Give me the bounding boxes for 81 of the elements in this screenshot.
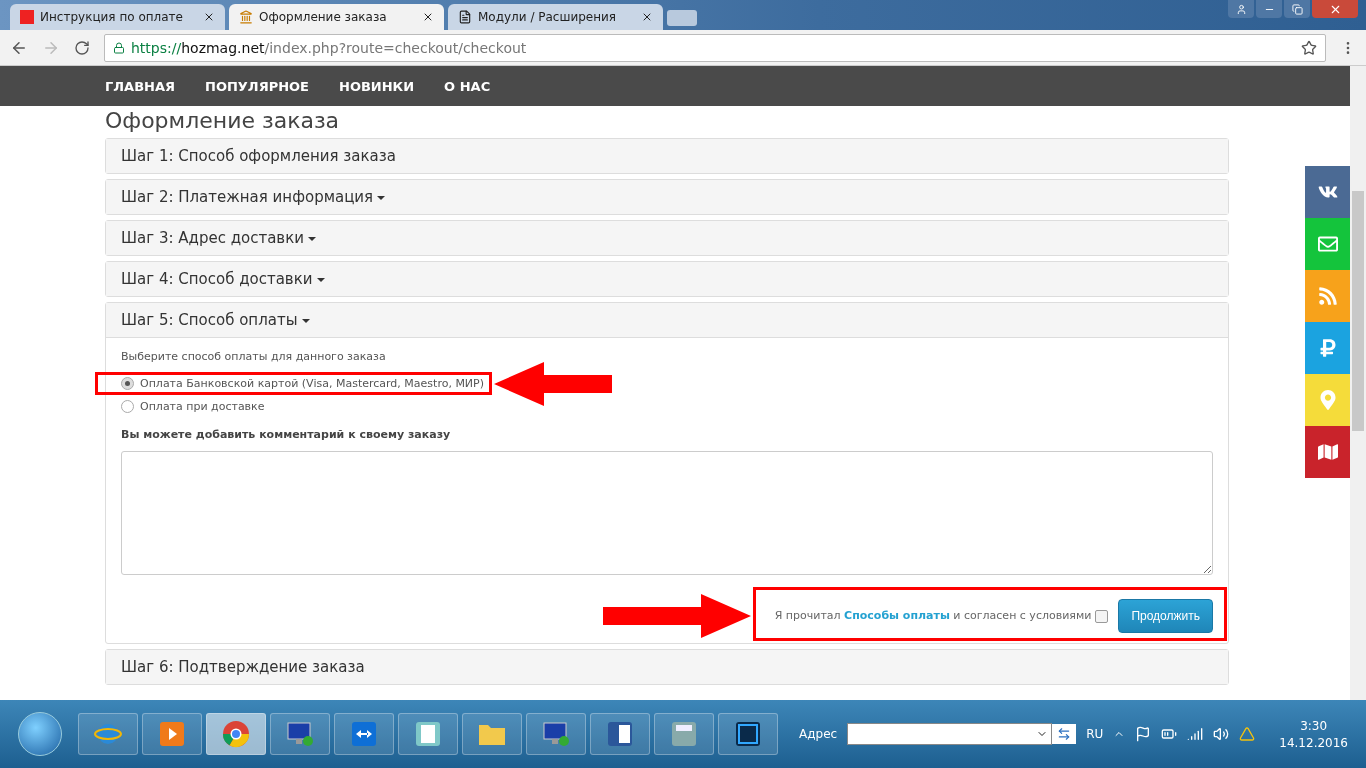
battery-icon[interactable]: [1161, 726, 1178, 742]
payment-option[interactable]: Оплата Банковской картой (Visa, Mastercard, Maestro, МИР): [121, 377, 485, 390]
comment-label: Вы можете добавить комментарий к своему заказу: [121, 428, 452, 441]
social-button[interactable]: [1305, 166, 1350, 218]
clock[interactable]: 3:30 14.12.2016: [1279, 718, 1348, 750]
close-icon[interactable]: [422, 11, 434, 23]
browser-tab[interactable]: Оформление заказа: [229, 4, 444, 30]
nav-link[interactable]: НОВИНКИ: [339, 78, 415, 94]
envelope-icon: [1317, 234, 1338, 254]
taskbar-app[interactable]: [718, 713, 778, 755]
page-heading: Оформление заказа: [105, 108, 341, 133]
comment-field[interactable]: [121, 451, 1213, 575]
map-icon: [1317, 442, 1338, 462]
chrome-icon: [222, 720, 250, 748]
payment-prompt: Выберите способ оплаты для данного заказа: [121, 350, 387, 363]
signal-icon[interactable]: [1187, 726, 1204, 742]
profile-button[interactable]: [1228, 0, 1254, 18]
step-header[interactable]: Шаг 2: Платежная информация: [106, 180, 1228, 214]
social-button[interactable]: [1305, 426, 1350, 478]
step-title[interactable]: Шаг 1: Способ оформления заказа: [121, 147, 396, 165]
triangle-icon[interactable]: [1239, 726, 1256, 742]
restore-icon: [1291, 3, 1303, 15]
rss-icon: [1317, 286, 1338, 306]
taskbar-app[interactable]: [462, 713, 522, 755]
step-header[interactable]: Шаг 4: Способ доставки: [106, 262, 1228, 296]
nav-link[interactable]: ГЛАВНАЯ: [105, 78, 175, 94]
social-button[interactable]: [1305, 218, 1350, 270]
notepad-icon: [415, 721, 441, 747]
close-icon[interactable]: [203, 11, 215, 23]
social-button[interactable]: [1305, 322, 1350, 374]
step-title[interactable]: Шаг 2: Платежная информация: [121, 188, 374, 206]
folder-icon: [478, 722, 506, 746]
app-icon: [735, 721, 761, 747]
person-icon: [1235, 3, 1247, 15]
close-button[interactable]: [1312, 0, 1358, 18]
step-header[interactable]: Шаг 1: Способ оформления заказа: [106, 139, 1228, 173]
agree-checkbox[interactable]: [1095, 609, 1109, 623]
monitor-icon: [542, 721, 570, 747]
address-field[interactable]: [847, 723, 1053, 745]
step-header[interactable]: Шаг 5: Способ оплаты: [106, 303, 1228, 338]
agree-text: Я прочитал Способы оплаты и согласен с условиями: [774, 609, 1109, 623]
step-title[interactable]: Шаг 3: Адрес доставки: [121, 229, 305, 247]
step-title[interactable]: Шаг 6: Подтверждение заказа: [121, 658, 365, 676]
document-icon: [607, 721, 633, 747]
taskbar-app[interactable]: [654, 713, 714, 755]
radio-button[interactable]: [121, 377, 134, 390]
taskbar-app[interactable]: [398, 713, 458, 755]
nav-link[interactable]: ПОПУЛЯРНОЕ: [205, 78, 309, 94]
step-header[interactable]: Шаг 3: Адрес доставки: [106, 221, 1228, 255]
flag-icon[interactable]: [1135, 726, 1152, 742]
taskbar-app[interactable]: [526, 713, 586, 755]
start-button[interactable]: [18, 712, 62, 756]
calculator-icon: [671, 721, 697, 747]
volume-icon[interactable]: [1213, 726, 1230, 742]
scrollbar[interactable]: [1350, 66, 1366, 700]
step-title[interactable]: Шаг 4: Способ доставки: [121, 270, 313, 288]
taskbar-app[interactable]: [206, 713, 266, 755]
step-title[interactable]: Шаг 5: Способ оплаты: [121, 311, 298, 329]
taskbar-app[interactable]: [270, 713, 330, 755]
lock-icon: [113, 41, 125, 54]
play-icon: [159, 721, 185, 747]
browser-tab[interactable]: Инструкция по оплате: [10, 4, 225, 30]
restore-button[interactable]: [1284, 0, 1310, 18]
reload-icon[interactable]: [74, 39, 90, 56]
go-icon[interactable]: [1052, 724, 1077, 744]
address-bar[interactable]: https://hozmag.net/index.php?route=checkout/checkout: [104, 33, 1326, 62]
payment-option[interactable]: Оплата при доставке: [121, 400, 1213, 413]
address-label: Адрес: [799, 727, 838, 741]
nav-link[interactable]: О НАС: [444, 78, 491, 94]
browser-tab[interactable]: Модули / Расширения: [448, 4, 663, 30]
star-icon[interactable]: [1301, 39, 1317, 56]
taskbar-app[interactable]: [590, 713, 650, 755]
map-pin-icon: [1317, 390, 1338, 410]
page-icon: [458, 10, 472, 24]
arrows-icon: [351, 721, 377, 747]
radio-button[interactable]: [121, 400, 134, 413]
building-icon: [239, 10, 253, 24]
close-icon[interactable]: [641, 11, 653, 23]
language-indicator[interactable]: RU: [1086, 727, 1104, 741]
step-header[interactable]: Шаг 6: Подтверждение заказа: [106, 650, 1228, 684]
monitor-icon: [286, 721, 314, 747]
